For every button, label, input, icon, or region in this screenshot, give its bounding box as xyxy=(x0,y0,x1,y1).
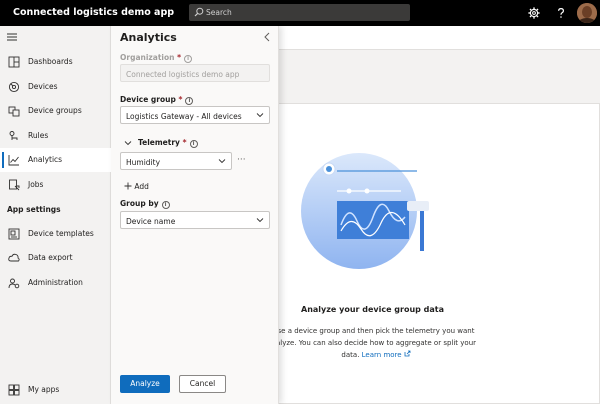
panel-title: Analytics xyxy=(120,31,177,44)
nav-item-device-groups[interactable]: Device groups xyxy=(0,99,111,123)
empty-state-title: Analyze your device group data xyxy=(301,305,445,314)
add-telemetry-button[interactable]: Add xyxy=(124,182,149,191)
group-by-value: Device name xyxy=(126,217,176,226)
nav-label: Data export xyxy=(28,253,73,262)
description-line-3: data. Learn more xyxy=(266,349,486,361)
nav-label: Analytics xyxy=(28,155,63,164)
analyze-button[interactable]: Analyze xyxy=(120,375,170,393)
collapse-chevron-icon[interactable] xyxy=(263,32,271,42)
empty-state-description: se a device group and then pick the tele… xyxy=(266,325,486,361)
chevron-down-icon xyxy=(256,113,264,118)
nav-item-administration[interactable]: Administration xyxy=(0,271,111,295)
nav-label: My apps xyxy=(28,385,60,394)
nav-item-devices[interactable]: Devices xyxy=(0,75,111,99)
required-mark: * xyxy=(182,138,187,147)
info-icon[interactable]: i xyxy=(161,201,170,209)
external-link-icon xyxy=(404,350,410,357)
nav-label: Device groups xyxy=(28,106,82,115)
organization-value: Connected logistics demo app xyxy=(126,70,240,79)
gear-icon[interactable] xyxy=(526,5,542,21)
info-icon[interactable]: i xyxy=(185,97,194,105)
search-box[interactable]: Search xyxy=(189,4,410,21)
device-group-value: Logistics Gateway - All devices xyxy=(126,112,242,121)
telemetry-label: Telemetry * i xyxy=(138,138,198,148)
learn-more-link[interactable]: Learn more xyxy=(362,350,411,359)
chevron-down-icon[interactable] xyxy=(124,139,132,147)
nav-label: Dashboards xyxy=(28,57,73,66)
cancel-button[interactable]: Cancel xyxy=(179,375,226,393)
analytics-panel: Analytics Organization * i Connected logi… xyxy=(111,26,279,404)
search-icon xyxy=(194,7,204,17)
nav-label: Jobs xyxy=(28,180,44,189)
analytics-icon xyxy=(8,155,19,166)
devices-icon xyxy=(8,81,20,93)
device-templates-icon xyxy=(8,228,20,240)
more-options-icon[interactable]: ··· xyxy=(237,155,246,165)
add-icon xyxy=(124,182,132,190)
rules-icon xyxy=(9,131,18,140)
description-line: se a device group and then pick the tele… xyxy=(277,327,475,335)
nav-item-analytics[interactable]: Analytics xyxy=(0,148,111,172)
device-group-dropdown[interactable]: Logistics Gateway - All devices xyxy=(120,106,270,124)
nav-label: Devices xyxy=(28,82,58,91)
analytics-illustration-icon xyxy=(301,153,429,269)
device-groups-icon xyxy=(8,106,20,117)
group-by-dropdown[interactable]: Device name xyxy=(120,211,270,229)
nav-label: Administration xyxy=(28,278,83,287)
required-mark: * xyxy=(178,95,183,104)
required-mark: * xyxy=(177,53,182,62)
jobs-icon xyxy=(9,179,20,191)
nav-label: Device templates xyxy=(28,229,94,238)
chevron-down-icon xyxy=(256,218,264,223)
nav-section-app-settings: App settings xyxy=(7,205,61,214)
nav-item-jobs[interactable]: Jobs xyxy=(0,173,111,197)
info-icon[interactable]: i xyxy=(184,55,193,63)
description-line: alyze. You can also decide how to aggreg… xyxy=(275,339,477,347)
telemetry-value: Humidity xyxy=(126,158,161,167)
nav-item-data-export[interactable]: Data export xyxy=(0,246,111,270)
hamburger-icon[interactable] xyxy=(7,33,17,41)
description-line: data. xyxy=(341,351,360,359)
nav-item-device-templates[interactable]: Device templates xyxy=(0,222,111,246)
help-icon[interactable] xyxy=(553,5,569,21)
app-title[interactable]: Connected logistics demo app xyxy=(13,7,174,18)
nav-item-my-apps[interactable]: My apps xyxy=(0,378,111,402)
organization-field: Connected logistics demo app xyxy=(120,64,270,82)
nav-label: Rules xyxy=(28,131,49,140)
search-placeholder: Search xyxy=(206,8,232,17)
my-apps-icon xyxy=(8,384,20,396)
group-by-label: Group by i xyxy=(120,199,170,209)
organization-label: Organization * i xyxy=(120,53,193,63)
administration-icon xyxy=(8,278,20,289)
info-icon[interactable]: i xyxy=(189,140,198,148)
avatar[interactable] xyxy=(577,3,597,23)
device-group-label: Device group * i xyxy=(120,95,194,105)
left-nav: Dashboards Devices Device groups Rules A… xyxy=(0,26,111,404)
telemetry-dropdown[interactable]: Humidity xyxy=(120,152,232,170)
nav-item-dashboards[interactable]: Dashboards xyxy=(0,50,111,74)
dashboard-icon xyxy=(8,56,20,68)
chevron-down-icon xyxy=(218,159,226,164)
top-bar: Connected logistics demo app Search xyxy=(0,0,600,26)
data-export-icon xyxy=(8,253,20,262)
nav-item-rules[interactable]: Rules xyxy=(0,124,111,148)
